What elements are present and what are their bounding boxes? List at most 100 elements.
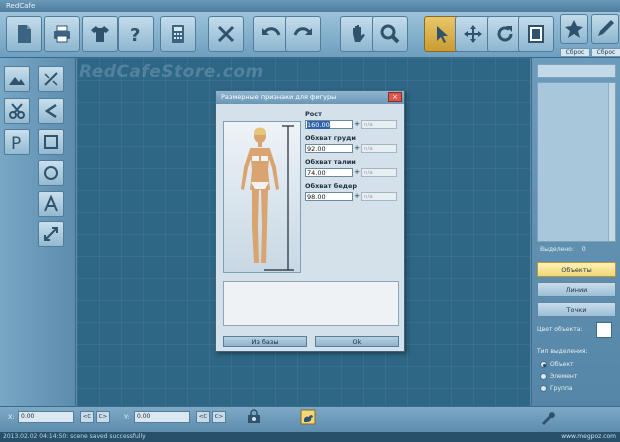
coordinates-bar: X: 0.00 <C C> Y: 0.00 <C C> xyxy=(0,406,620,432)
radio-group-label: Группа xyxy=(550,385,573,392)
object-color-label: Цвет объекта: xyxy=(537,326,583,333)
height-plus[interactable]: + xyxy=(353,120,361,129)
scale-tool-button[interactable] xyxy=(38,221,64,247)
radio-object-label: Объект xyxy=(550,361,574,368)
scissors-tool-button[interactable] xyxy=(4,98,30,124)
calculator-button[interactable] xyxy=(160,16,196,52)
pencil-icon xyxy=(598,20,614,36)
waist-plus[interactable]: + xyxy=(353,168,361,177)
dialog-close-button[interactable]: × xyxy=(388,92,402,102)
zoom-button[interactable] xyxy=(372,16,408,52)
y-label: Y: xyxy=(124,413,130,421)
x-left-button[interactable]: <C xyxy=(80,411,94,423)
pencil-tool-button[interactable] xyxy=(591,14,619,44)
x-input[interactable]: 0.00 xyxy=(18,411,74,423)
objects-list[interactable] xyxy=(537,82,616,242)
ok-button[interactable]: Ok xyxy=(315,336,399,347)
figure-preview xyxy=(223,121,301,273)
circle-tool-button[interactable] xyxy=(38,160,64,186)
text-tool-button[interactable] xyxy=(38,191,64,217)
height-unit: n/a xyxy=(361,120,397,129)
duck-icon[interactable] xyxy=(300,409,316,425)
lines-button[interactable]: Линии xyxy=(537,282,616,297)
dialog-titlebar[interactable]: Размерные признаки для фигуры × xyxy=(216,91,404,104)
objects-button[interactable]: Объекты xyxy=(537,262,616,277)
y-input[interactable]: 0.00 xyxy=(134,411,190,423)
shirt-button[interactable] xyxy=(82,16,118,52)
rectangle-tool-button[interactable] xyxy=(38,129,64,155)
selection-type-label: Тип выделения: xyxy=(537,348,588,355)
radio-element-dot[interactable] xyxy=(540,373,547,380)
hips-plus[interactable]: + xyxy=(353,192,361,201)
figure-measurements-dialog: Размерные признаки для фигуры × Рост 160… xyxy=(215,90,405,352)
waist-input[interactable]: 74.00 xyxy=(305,168,353,177)
radio-group[interactable]: Группа xyxy=(540,384,610,393)
wrench-icon[interactable] xyxy=(540,409,556,425)
hips-input[interactable]: 98.00 xyxy=(305,192,353,201)
lock-camera-icon[interactable] xyxy=(246,409,262,425)
chest-unit: n/a xyxy=(361,144,397,153)
points-button[interactable]: Точки xyxy=(537,302,616,317)
question-icon: ? xyxy=(130,25,140,45)
object-color-swatch[interactable] xyxy=(596,322,612,338)
angle-icon xyxy=(44,103,57,119)
calculator-icon xyxy=(172,25,184,43)
redo-button[interactable] xyxy=(285,16,321,52)
mountain-tool-button[interactable] xyxy=(4,66,30,92)
undo-button[interactable] xyxy=(253,16,289,52)
object-name-field[interactable] xyxy=(537,64,616,78)
mannequin-figure xyxy=(241,125,294,271)
notes-textarea[interactable] xyxy=(223,281,399,326)
height-value: 160.00 xyxy=(307,121,330,129)
main-toolbar: ? Сброс Сброс xyxy=(0,12,620,58)
p-tool-button[interactable]: P xyxy=(4,129,30,155)
y-right-button[interactable]: C> xyxy=(212,411,226,423)
print-button[interactable] xyxy=(44,16,80,52)
waist-label: Обхват талии xyxy=(305,158,356,166)
redo-icon xyxy=(293,27,312,36)
new-document-button[interactable] xyxy=(6,16,42,52)
radio-object-dot[interactable] xyxy=(540,361,547,368)
chest-label: Обхват груди xyxy=(305,134,356,142)
pan-button[interactable] xyxy=(340,16,376,52)
status-bar: 2013.02.02 04:14:50: scene saved success… xyxy=(0,432,620,442)
hand-icon xyxy=(353,25,365,42)
radio-group-dot[interactable] xyxy=(540,385,547,392)
y-left-button[interactable]: <C xyxy=(196,411,210,423)
rectangle-icon xyxy=(44,135,58,149)
x-right-button[interactable]: C> xyxy=(96,411,110,423)
hips-unit: n/a xyxy=(361,192,397,201)
radio-element[interactable]: Элемент xyxy=(540,372,610,381)
x-label: X: xyxy=(8,413,15,421)
move-icon xyxy=(464,25,482,43)
shirt-icon xyxy=(91,26,109,42)
magnifier-icon xyxy=(380,24,400,44)
pin-tool-button[interactable] xyxy=(560,14,588,44)
diagonal-line-tool-button[interactable] xyxy=(38,66,64,92)
selected-label: Выделено: xyxy=(540,246,574,253)
from-base-button[interactable]: Из базы xyxy=(223,336,307,347)
rotate-icon xyxy=(497,26,513,42)
angle-tool-button[interactable] xyxy=(38,98,64,124)
height-input[interactable]: 160.00 xyxy=(305,120,353,129)
chest-plus[interactable]: + xyxy=(353,144,361,153)
hips-label: Обхват бедер xyxy=(305,182,358,190)
mirror-button[interactable] xyxy=(518,16,554,52)
pencil-reset-button[interactable]: Сброс xyxy=(591,48,620,57)
pin-reset-button[interactable]: Сброс xyxy=(560,48,590,57)
p-letter-icon: P xyxy=(11,134,21,151)
objects-list-scrollbar[interactable] xyxy=(608,83,615,241)
cut-button[interactable] xyxy=(208,16,244,52)
circle-icon xyxy=(44,166,58,180)
radio-object[interactable]: Объект xyxy=(540,360,610,369)
site-credit: www.megpoz.com xyxy=(561,433,616,440)
cursor-icon xyxy=(437,26,448,43)
measurement-fields: Рост 160.00 + n/a Обхват груди 92.00 + n… xyxy=(305,110,401,206)
selected-count-label: Выделено: 0 xyxy=(540,246,586,253)
radio-element-label: Элемент xyxy=(550,373,578,380)
dialog-title: Размерные признаки для фигуры xyxy=(221,93,337,101)
printer-icon xyxy=(54,25,70,43)
move-button[interactable] xyxy=(455,16,491,52)
help-button[interactable]: ? xyxy=(118,16,154,52)
chest-input[interactable]: 92.00 xyxy=(305,144,353,153)
